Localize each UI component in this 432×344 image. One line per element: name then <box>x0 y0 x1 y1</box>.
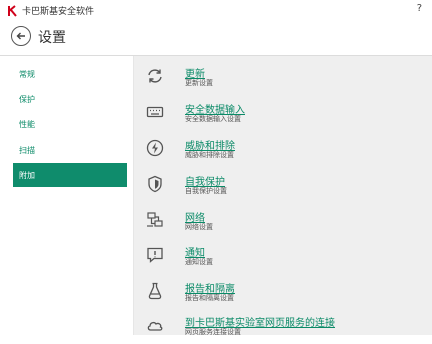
setting-subtitle: 网络设置 <box>185 223 213 231</box>
sidebar-item-additional[interactable]: 附加 <box>13 163 127 187</box>
setting-subtitle: 网页服务连接设置 <box>185 328 241 336</box>
setting-notifications[interactable]: 通知 通知设置 <box>144 244 424 274</box>
setting-network[interactable]: 网络 网络设置 <box>144 209 424 239</box>
setting-self-defense[interactable]: 自我保护 自我保护设置 <box>144 173 424 203</box>
arrow-left-icon <box>16 32 25 40</box>
back-button[interactable] <box>11 26 31 46</box>
keyboard-icon <box>146 106 164 118</box>
help-button[interactable]: ? <box>417 3 422 14</box>
sidebar-item-scan[interactable]: 扫描 <box>13 138 127 162</box>
setting-threats-exclusions[interactable]: 威胁和排除 威胁和排除设置 <box>144 137 424 167</box>
flask-icon <box>148 282 162 300</box>
kaspersky-logo-icon <box>8 5 17 17</box>
setting-subtitle: 更新设置 <box>185 79 213 87</box>
setting-subtitle: 自我保护设置 <box>185 187 227 195</box>
settings-panel: 更新 更新设置 安全数据输入 安全数据输入设置 威胁和排除 威胁和排除设置 自我… <box>134 56 432 336</box>
shield-icon <box>148 175 162 193</box>
refresh-icon <box>148 69 162 83</box>
setting-subtitle: 报告和隔离设置 <box>185 294 234 302</box>
sidebar-item-general[interactable]: 常规 <box>13 62 127 86</box>
page-title: 设置 <box>38 30 66 46</box>
setting-update[interactable]: 更新 更新设置 <box>144 65 424 95</box>
network-icon <box>147 212 163 227</box>
setting-subtitle: 通知设置 <box>185 258 213 266</box>
sidebar-item-performance[interactable]: 性能 <box>13 112 127 136</box>
setting-reports-quarantine[interactable]: 报告和隔离 报告和隔离设置 <box>144 280 424 310</box>
sidebar-item-protection[interactable]: 保护 <box>13 87 127 111</box>
setting-secure-input[interactable]: 安全数据输入 安全数据输入设置 <box>144 101 424 131</box>
cloud-icon <box>147 321 163 331</box>
lightning-icon <box>146 139 164 157</box>
title-bar: 卡巴斯基安全软件 ? <box>0 0 432 22</box>
window-title: 卡巴斯基安全软件 <box>22 7 95 17</box>
sidebar: 常规 保护 性能 扫描 附加 <box>0 56 134 335</box>
setting-subtitle: 安全数据输入设置 <box>185 115 241 123</box>
setting-subtitle: 威胁和排除设置 <box>185 151 234 159</box>
setting-web-services-connection[interactable]: 到卡巴斯基实验室网页服务的连接 网页服务连接设置 <box>144 314 424 344</box>
notification-icon <box>147 247 163 263</box>
